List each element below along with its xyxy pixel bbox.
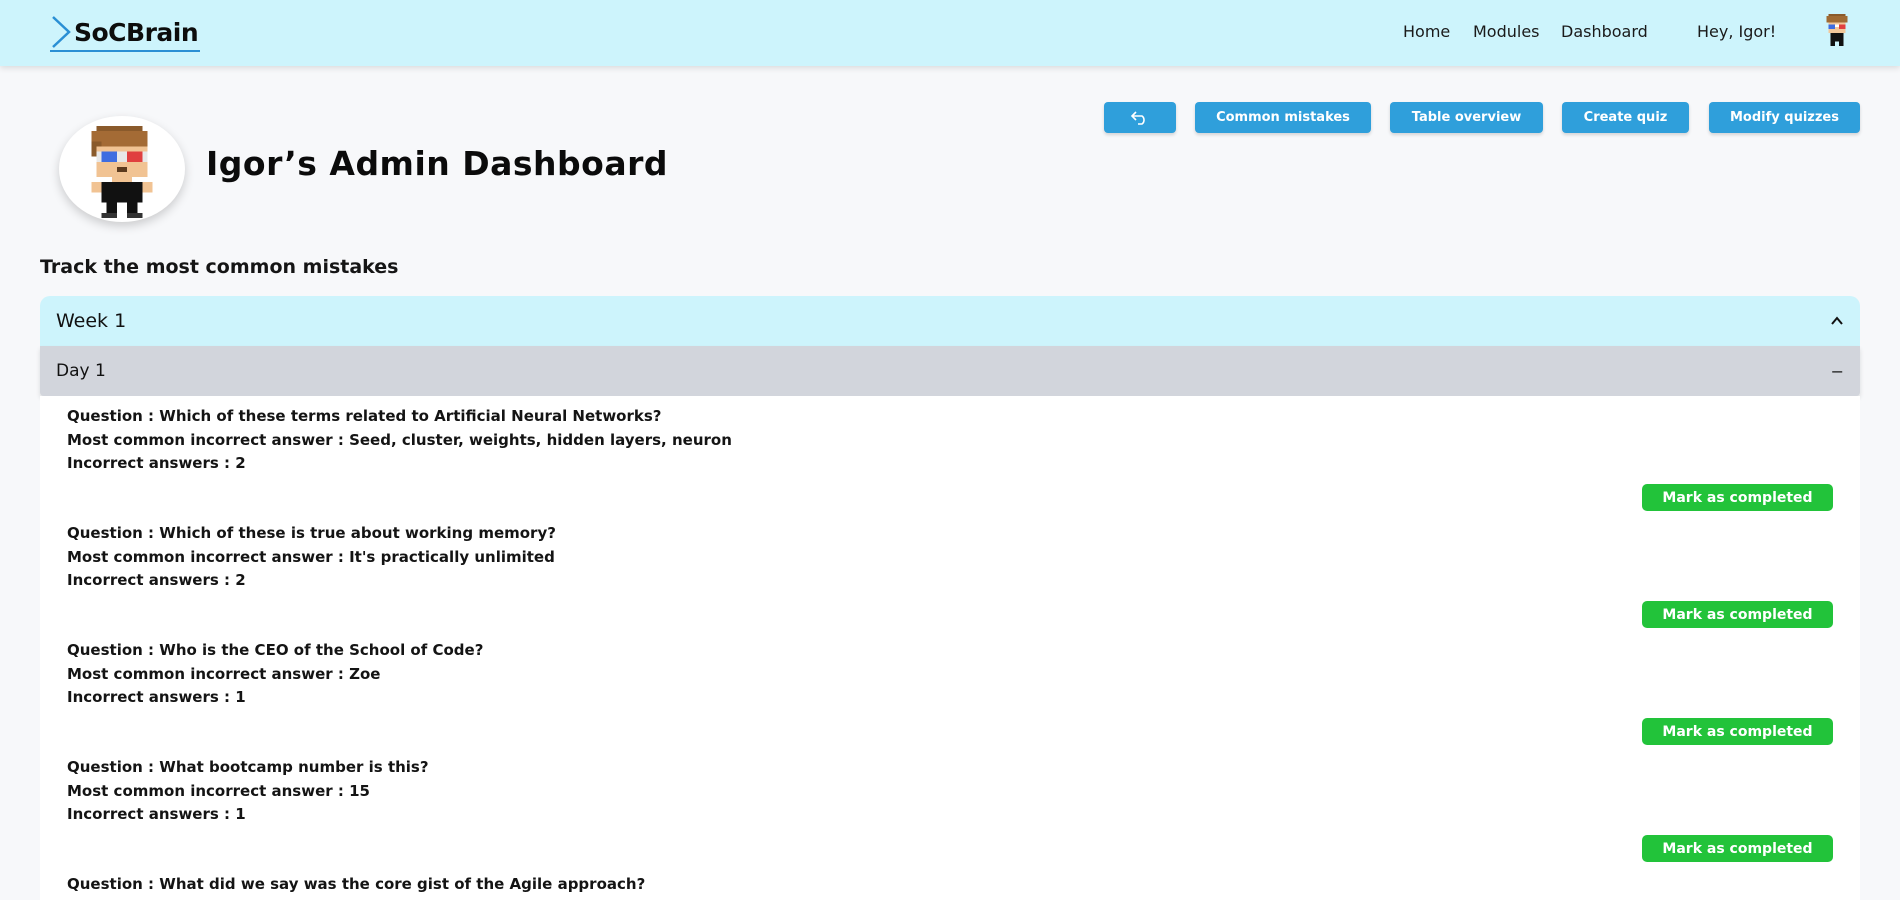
day-label: Day 1 [56,361,106,381]
logo-text: SoCBrain [74,17,199,47]
user-greeting: Hey, Igor! [1697,22,1777,41]
page-title: Igor’s Admin Dashboard [206,144,668,183]
mistake-question: Question : Who is the CEO of the School … [67,641,484,659]
nav-home[interactable]: Home [1403,22,1450,41]
mistake-answer: Most common incorrect answer : Zoe [67,664,381,683]
top-navbar: SoCBrain Home Modules Dashboard Hey, Igo… [0,0,1900,66]
mistakes-list: Question : Which of these terms related … [40,396,1860,900]
nav-modules-link[interactable]: Modules [1473,22,1540,41]
modify-quizzes-button[interactable]: Modify quizzes [1709,102,1860,133]
mark-completed-button[interactable]: Mark as completed [1642,484,1833,511]
mistake-item: Question : Which of these is true about … [67,522,1833,639]
day-accordion-header[interactable]: Day 1 − [40,346,1860,396]
mark-completed-button[interactable]: Mark as completed [1642,601,1833,628]
mistake-item: Question : Which of these terms related … [67,405,1833,522]
mistake-answer: Most common incorrect answer : It's prac… [67,547,555,566]
nav-home-link[interactable]: Home [1403,22,1450,41]
mistake-question: Question : Which of these terms related … [67,407,662,425]
chevron-up-icon [1831,316,1843,325]
mistake-item: Question : Who is the CEO of the School … [67,639,1833,756]
mistake-answer: Most common incorrect answer : Seed, clu… [67,430,732,449]
mistake-question: Question : Which of these is true about … [67,524,556,542]
common-mistakes-button[interactable]: Common mistakes [1195,102,1371,133]
pixel-avatar-icon [91,126,153,218]
mark-completed-button[interactable]: Mark as completed [1642,835,1833,862]
week-label: Week 1 [56,310,127,332]
profile-avatar [59,116,185,222]
nav-dashboard[interactable]: Dashboard [1561,22,1648,41]
week-accordion-header[interactable]: Week 1 [40,296,1860,346]
chevron-right-icon [52,16,71,48]
back-button[interactable] [1104,102,1176,133]
mistake-count: Incorrect answers : 1 [67,805,246,823]
mistake-count: Incorrect answers : 2 [67,571,246,589]
socbrain-logo[interactable]: SoCBrain [50,14,201,52]
create-quiz-button[interactable]: Create quiz [1562,102,1689,133]
nav-modules[interactable]: Modules [1473,22,1540,41]
mistake-question: Question : What did we say was the core … [67,875,646,893]
table-overview-button[interactable]: Table overview [1390,102,1543,133]
mistake-count: Incorrect answers : 1 [67,688,246,706]
collapse-minus-icon: − [1830,361,1844,381]
mistake-answer: Most common incorrect answer : 15 [67,781,370,800]
mistake-item: Question : What did we say was the core … [67,873,1833,900]
mistake-item: Question : What bootcamp number is this?… [67,756,1833,873]
section-heading: Track the most common mistakes [40,256,399,278]
nav-dashboard-link[interactable]: Dashboard [1561,22,1648,41]
mistake-count: Incorrect answers : 2 [67,454,246,472]
user-avatar-icon[interactable] [1820,14,1854,48]
mark-completed-button[interactable]: Mark as completed [1642,718,1833,745]
undo-arrow-icon [1130,110,1145,125]
mistake-question: Question : What bootcamp number is this? [67,758,429,776]
